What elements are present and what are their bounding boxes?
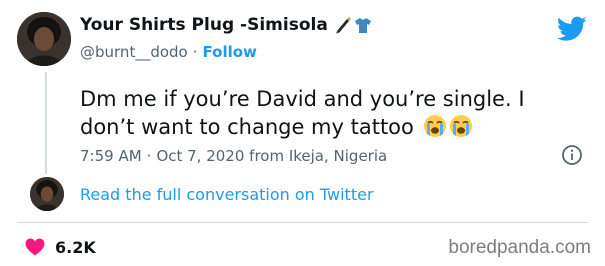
author-avatar-image (17, 12, 71, 66)
like-count: 6.2K (55, 237, 96, 257)
reply-avatar-image (30, 177, 64, 211)
loudly-crying-face-icon (449, 115, 472, 137)
like-button[interactable]: 6.2K (25, 236, 96, 258)
follow-link[interactable]: Follow (203, 43, 257, 61)
author-avatar[interactable] (17, 12, 71, 66)
handle-separator: · (192, 43, 198, 61)
meta-separator: · (146, 147, 152, 165)
tweet-time[interactable]: 7:59 AM (80, 147, 142, 165)
watermark: boredpanda.com (448, 237, 591, 258)
divider (17, 222, 588, 223)
pen-icon (335, 17, 351, 34)
heart-icon[interactable] (25, 238, 45, 256)
tweet-text-line-1: Dm me if you’re David and you’re single.… (80, 87, 525, 111)
tshirt-icon (354, 18, 371, 33)
author-handle[interactable]: @burnt__dodo (80, 43, 188, 61)
read-conversation-link[interactable]: Read the full conversation on Twitter (80, 183, 374, 205)
author-display-name[interactable]: Your Shirts Plug -Simisola (80, 15, 328, 35)
tweet-meta[interactable]: 7:59 AM · Oct 7, 2020 from Ikeja, Nigeri… (80, 146, 387, 166)
tweet-date-location[interactable]: Oct 7, 2020 from Ikeja, Nigeria (156, 147, 387, 165)
info-icon[interactable] (561, 144, 583, 166)
author-handle-row: @burnt__dodo · Follow (80, 42, 257, 62)
loudly-crying-face-icon (423, 115, 446, 137)
author-name-row[interactable]: Your Shirts Plug -Simisola (80, 14, 372, 36)
thread-line (45, 72, 47, 174)
twitter-bird-icon[interactable] (557, 16, 587, 42)
name-emoji-group (334, 16, 372, 34)
tweet-text-line-2-row: don’t want to change my tattoo (80, 113, 590, 141)
reply-avatar[interactable] (30, 177, 64, 211)
tweet-text: Dm me if you’re David and you’re single.… (80, 85, 590, 141)
tweet-text-line-2: don’t want to change my tattoo (80, 115, 414, 139)
